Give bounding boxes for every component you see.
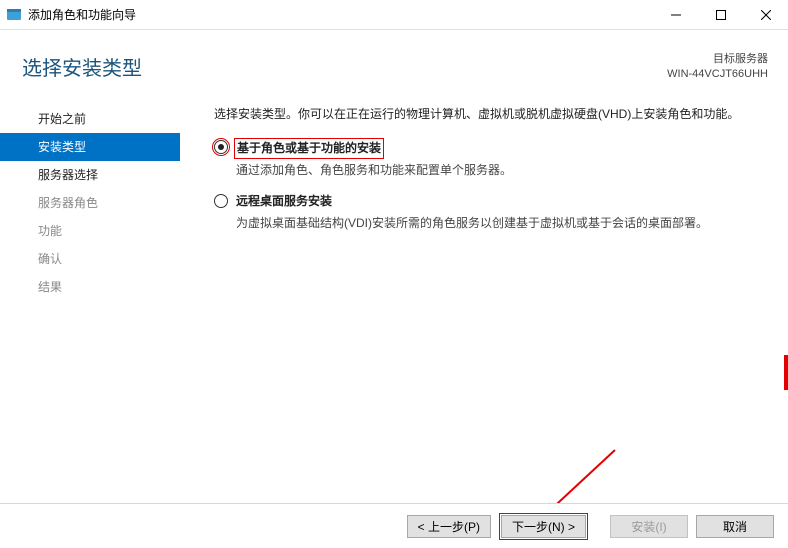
wizard-body: 开始之前 安装类型 服务器选择 服务器角色 功能 确认 结果 选择安装类型。你可… (0, 91, 788, 504)
footer: < 上一步(P) 下一步(N) > 安装(I) 取消 (0, 503, 788, 548)
minimize-button[interactable] (653, 0, 698, 30)
header: 选择安装类型 目标服务器 WIN-44VCJT66UHH (0, 30, 788, 91)
titlebar: 添加角色和功能向导 (0, 0, 788, 30)
option-remote-desktop[interactable]: 远程桌面服务安装 为虚拟桌面基础结构(VDI)安装所需的角色服务以创建基于虚拟机… (214, 192, 764, 232)
target-server-label: 目标服务器 (667, 52, 768, 67)
option-title: 基于角色或基于功能的安装 (234, 138, 384, 159)
next-button-highlight: 下一步(N) > (499, 513, 588, 540)
option-body: 远程桌面服务安装 为虚拟桌面基础结构(VDI)安装所需的角色服务以创建基于虚拟机… (236, 192, 764, 232)
red-side-marker (784, 355, 788, 390)
target-server-info: 目标服务器 WIN-44VCJT66UHH (667, 52, 768, 83)
target-server-value: WIN-44VCJT66UHH (667, 67, 768, 82)
maximize-button[interactable] (698, 0, 743, 30)
option-role-based[interactable]: 基于角色或基于功能的安装 通过添加角色、角色服务和功能来配置单个服务器。 (214, 138, 764, 180)
option-desc: 为虚拟桌面基础结构(VDI)安装所需的角色服务以创建基于虚拟机或基于会话的桌面部… (236, 214, 764, 233)
content: 选择安装类型。你可以在正在运行的物理计算机、虚拟机或脱机虚拟硬盘(VHD)上安装… (180, 91, 788, 504)
step-results: 结果 (0, 273, 180, 301)
step-confirmation: 确认 (0, 245, 180, 273)
option-title: 远程桌面服务安装 (236, 192, 332, 211)
intro-text: 选择安装类型。你可以在正在运行的物理计算机、虚拟机或脱机虚拟硬盘(VHD)上安装… (214, 105, 764, 124)
previous-button[interactable]: < 上一步(P) (407, 515, 491, 538)
option-body: 基于角色或基于功能的安装 通过添加角色、角色服务和功能来配置单个服务器。 (236, 138, 764, 180)
step-server-selection[interactable]: 服务器选择 (0, 161, 180, 189)
app-icon (6, 7, 22, 23)
page-title: 选择安装类型 (22, 52, 667, 81)
step-installation-type[interactable]: 安装类型 (0, 133, 180, 161)
next-button[interactable]: 下一步(N) > (501, 515, 586, 538)
option-desc: 通过添加角色、角色服务和功能来配置单个服务器。 (236, 161, 764, 180)
window-title: 添加角色和功能向导 (28, 6, 136, 23)
step-before-you-begin[interactable]: 开始之前 (0, 105, 180, 133)
radio-icon[interactable] (214, 140, 228, 154)
wizard-steps: 开始之前 安装类型 服务器选择 服务器角色 功能 确认 结果 (0, 91, 180, 504)
step-features: 功能 (0, 217, 180, 245)
window-buttons (653, 0, 788, 30)
cancel-button[interactable]: 取消 (696, 515, 774, 538)
install-button: 安装(I) (610, 515, 688, 538)
close-button[interactable] (743, 0, 788, 30)
step-server-roles: 服务器角色 (0, 189, 180, 217)
radio-icon[interactable] (214, 194, 228, 208)
